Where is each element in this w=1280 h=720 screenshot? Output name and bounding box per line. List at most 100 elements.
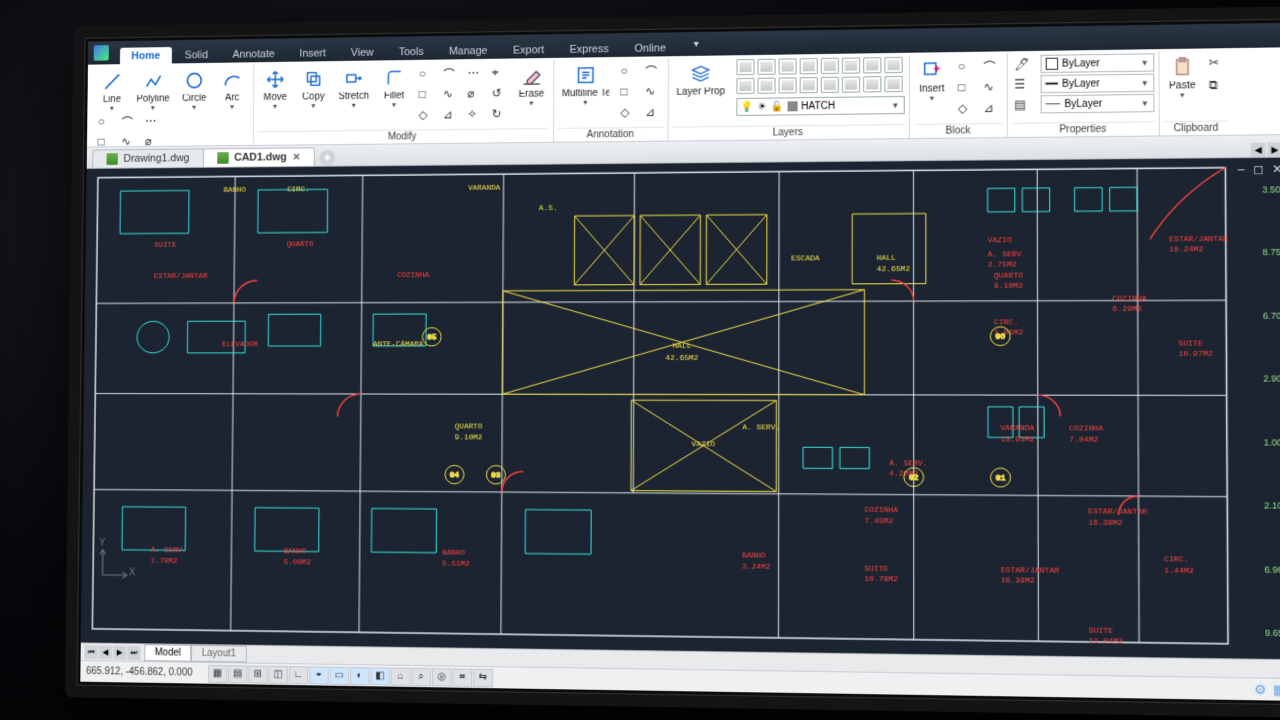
- annotate-tool-1[interactable]: □: [617, 81, 639, 101]
- paste-button[interactable]: Paste ▼: [1163, 53, 1201, 102]
- layer-swatch-1[interactable]: [757, 59, 775, 75]
- properties-palette-button[interactable]: ▤: [1012, 95, 1033, 113]
- modify-tool-7[interactable]: ⌀: [464, 83, 486, 103]
- layer-swatch-0[interactable]: [736, 59, 754, 75]
- status-toggle-5[interactable]: ⌖: [309, 666, 329, 684]
- status-toggle-10[interactable]: ⌕: [411, 667, 431, 685]
- modify-tool-0[interactable]: ○: [415, 64, 436, 84]
- annotate-tool-5[interactable]: ⊿: [642, 102, 664, 122]
- menu-tab-home[interactable]: Home: [120, 47, 172, 64]
- minimize-view-button[interactable]: –: [1238, 162, 1245, 176]
- modify-tool-8[interactable]: ✧: [464, 104, 486, 124]
- layer-swatch-8[interactable]: [736, 78, 754, 94]
- annotate-tool-3[interactable]: ⌒: [642, 60, 664, 80]
- block-tool-1[interactable]: □: [954, 77, 976, 97]
- layer-properties-button[interactable]: Layer Properties: [672, 59, 728, 100]
- stretch-button[interactable]: Stretch▼: [334, 64, 373, 111]
- first-tab-button[interactable]: ⏮: [84, 645, 97, 659]
- modify-tool-6[interactable]: ⋯: [464, 63, 486, 83]
- doc-tab[interactable]: CAD1.dwg✕: [203, 147, 315, 167]
- restore-view-button[interactable]: ◻: [1253, 162, 1264, 176]
- properties-list-button[interactable]: ☰: [1012, 75, 1033, 93]
- menu-tab-solid[interactable]: Solid: [173, 46, 219, 63]
- doc-tab[interactable]: Drawing1.dwg: [92, 148, 203, 168]
- modify-tool-9[interactable]: ⌖: [488, 62, 510, 82]
- menu-tab-export[interactable]: Export: [501, 41, 556, 59]
- modify-tool-1[interactable]: □: [415, 84, 436, 104]
- status-toggle-7[interactable]: ◐: [350, 667, 370, 685]
- modify-tool-11[interactable]: ↻: [488, 104, 510, 124]
- circle-button[interactable]: Circle▼: [177, 67, 212, 114]
- close-tab-icon[interactable]: ✕: [292, 152, 300, 163]
- move-button[interactable]: Move▼: [258, 66, 293, 113]
- lineweight-dropdown[interactable]: ━━ByLayer▼: [1040, 74, 1154, 94]
- new-tab-button[interactable]: ✦: [320, 150, 336, 166]
- cut-button[interactable]: ✂: [1205, 52, 1228, 73]
- fillet-button[interactable]: Fillet▼: [377, 64, 412, 111]
- insert-block-button[interactable]: Insert ▼: [914, 56, 951, 104]
- annotate-tool-0[interactable]: ○: [617, 61, 639, 81]
- polyline-button[interactable]: Polyline▼: [133, 67, 174, 114]
- prev-tab-button[interactable]: ◀: [99, 645, 112, 659]
- tab-prev-button[interactable]: ◀: [1251, 143, 1266, 157]
- status-toggle-13[interactable]: ⇆: [473, 668, 493, 686]
- modify-tool-5[interactable]: ⊿: [439, 104, 461, 124]
- menu-tab-manage[interactable]: Manage: [437, 42, 499, 60]
- status-toggle-4[interactable]: ∟: [289, 666, 309, 684]
- draw-tool-6[interactable]: ⋯: [142, 111, 163, 131]
- modify-tool-3[interactable]: ⌒: [440, 63, 462, 83]
- status-toggle-12[interactable]: ⌗: [452, 668, 472, 686]
- copy-button[interactable]: ⧉: [1205, 75, 1228, 96]
- menu-tab-online[interactable]: Online: [623, 39, 678, 57]
- layer-swatch-13[interactable]: [842, 76, 860, 92]
- annotate-tool-2[interactable]: ◇: [617, 102, 639, 122]
- draw-tool-3[interactable]: ⌒: [118, 112, 139, 132]
- layer-swatch-10[interactable]: [778, 77, 796, 93]
- layer-swatch-11[interactable]: [799, 77, 817, 93]
- annotate-tool-4[interactable]: ∿: [642, 81, 664, 101]
- layout-tab[interactable]: Layout1: [191, 645, 246, 663]
- layer-swatch-7[interactable]: [884, 57, 902, 73]
- modify-tool-10[interactable]: ↺: [488, 83, 510, 103]
- layer-dropdown[interactable]: 💡 ☀ 🔓 HATCH ▼: [736, 96, 904, 116]
- arc-button[interactable]: Arc▼: [215, 66, 250, 113]
- match-properties-button[interactable]: 🖊: [1012, 55, 1033, 73]
- block-tool-5[interactable]: ⊿: [980, 98, 1003, 118]
- status-toggle-11[interactable]: ◎: [432, 668, 452, 686]
- layer-swatch-12[interactable]: [820, 77, 838, 93]
- erase-button[interactable]: Erase▼: [514, 62, 550, 109]
- block-tool-0[interactable]: ○: [954, 56, 976, 76]
- status-toggle-3[interactable]: ◫: [268, 665, 287, 683]
- status-toggle-0[interactable]: ▦: [208, 664, 227, 682]
- block-tool-4[interactable]: ∿: [980, 77, 1003, 97]
- layer-swatch-3[interactable]: [799, 58, 817, 74]
- color-dropdown[interactable]: ByLayer▼: [1040, 53, 1154, 73]
- status-toggle-1[interactable]: ▤: [228, 665, 247, 683]
- tab-next-button[interactable]: ▶: [1268, 142, 1280, 156]
- status-toggle-9[interactable]: ⌂: [391, 667, 411, 685]
- status-toggle-6[interactable]: ▭: [329, 666, 349, 684]
- menu-overflow-icon[interactable]: ▾: [690, 38, 703, 49]
- line-button[interactable]: Line▼: [95, 68, 129, 114]
- drawing-area[interactable]: – ◻ ✕ 3.508.756.702.901.002.106.969.65 Y…: [81, 158, 1280, 660]
- layer-swatch-6[interactable]: [863, 57, 881, 73]
- linetype-dropdown[interactable]: ──ByLayer▼: [1040, 94, 1154, 114]
- block-tool-3[interactable]: ⌒: [980, 55, 1003, 75]
- status-toggle-8[interactable]: ◧: [370, 667, 390, 685]
- layer-swatch-15[interactable]: [884, 76, 902, 92]
- status-toggle-2[interactable]: ⊞: [248, 665, 267, 683]
- model-tab[interactable]: Model: [144, 644, 191, 661]
- settings-gear-icon[interactable]: ⚙: [1254, 681, 1266, 698]
- last-tab-button[interactable]: ⏭: [127, 646, 140, 660]
- layer-swatch-2[interactable]: [778, 58, 796, 74]
- menu-tab-annotate[interactable]: Annotate: [221, 45, 286, 62]
- layer-swatch-4[interactable]: [821, 58, 839, 74]
- next-tab-button[interactable]: ▶: [113, 645, 126, 659]
- menu-tab-express[interactable]: Express: [558, 40, 621, 58]
- draw-tool-0[interactable]: ○: [95, 112, 116, 132]
- modify-tool-4[interactable]: ∿: [440, 84, 462, 104]
- layer-swatch-9[interactable]: [757, 78, 775, 94]
- layer-swatch-14[interactable]: [863, 76, 881, 92]
- modify-tool-2[interactable]: ◇: [415, 105, 436, 125]
- layer-swatch-5[interactable]: [842, 57, 860, 73]
